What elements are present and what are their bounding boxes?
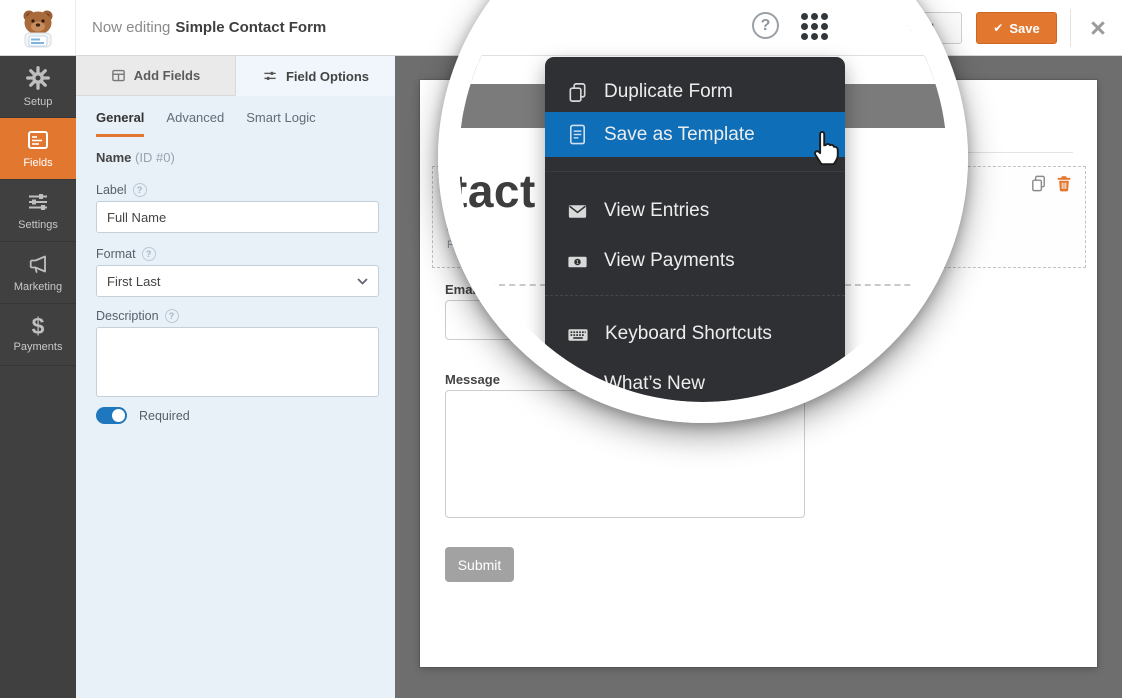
message-textarea[interactable] (445, 390, 805, 518)
sliders-icon (25, 190, 51, 214)
menu-item-duplicate-form[interactable]: Duplicate Form (545, 70, 845, 114)
menu-item-save-as-template[interactable]: Save as Template (545, 112, 845, 157)
now-editing-prefix: Now editing (92, 19, 170, 36)
duplicate-field-icon[interactable] (1029, 174, 1048, 193)
help-tooltip-icon[interactable]: ? (133, 183, 147, 197)
description-heading: Description ? (96, 309, 179, 323)
format-heading: Format ? (96, 247, 156, 261)
megaphone-icon (25, 252, 51, 276)
wpforms-builder: Now editing Simple Contact Form ? Embed … (0, 0, 1122, 698)
sidebar-item-marketing[interactable]: Marketing (0, 242, 76, 304)
email-label: Email (445, 282, 480, 297)
tab-field-options[interactable]: Field Options (236, 56, 395, 96)
message-label: Message (445, 372, 500, 387)
hand-cursor-icon (806, 128, 844, 170)
format-select[interactable]: First Last (96, 265, 379, 297)
check-icon: ✔ (993, 21, 1003, 35)
add-fields-icon (111, 68, 126, 83)
help-icon[interactable]: ? (752, 12, 779, 39)
menu-item-view-entries[interactable]: View Entries (545, 189, 845, 233)
toolbar-divider (1070, 9, 1071, 47)
template-document-icon (566, 123, 589, 146)
tab-add-fields[interactable]: Add Fields (76, 56, 236, 96)
money-bill-icon: 1 (566, 250, 589, 273)
duplicate-icon (566, 81, 589, 104)
option-subtabs: General Advanced Smart Logic (96, 110, 316, 137)
close-builder-button[interactable]: × (1080, 10, 1116, 46)
sidebar-item-setup[interactable]: Setup (0, 56, 76, 118)
field-id: (ID #0) (135, 150, 175, 165)
help-tooltip-icon[interactable]: ? (165, 309, 179, 323)
svg-text:1: 1 (576, 259, 579, 265)
subtab-general[interactable]: General (96, 110, 144, 137)
builder-sidebar: Setup Fields Settings Marketing (0, 56, 76, 698)
label-input[interactable] (96, 201, 379, 233)
panel-tabs: Add Fields Field Options (76, 56, 395, 96)
submit-button[interactable]: Submit (445, 547, 514, 582)
tools-menu-icon[interactable] (801, 13, 830, 42)
required-label: Required (139, 409, 190, 423)
sidebar-item-settings[interactable]: Settings (0, 180, 76, 242)
tools-dropdown-menu: Duplicate Form Save as Template View Ent… (545, 57, 845, 404)
menu-item-view-payments[interactable]: 1 View Payments (545, 239, 845, 283)
save-button[interactable]: ✔ Save (976, 12, 1057, 44)
chevron-down-icon (357, 278, 368, 285)
form-name: Simple Contact Form (175, 19, 326, 36)
required-toggle[interactable] (96, 407, 127, 424)
wpforms-logo (0, 0, 76, 55)
gear-icon (25, 65, 51, 91)
subtab-advanced[interactable]: Advanced (166, 110, 224, 137)
dollar-icon: $ (32, 316, 45, 336)
field-options-panel: Add Fields Field Options General Advance… (76, 56, 395, 698)
menu-divider (545, 295, 845, 296)
field-heading: Name (ID #0) (96, 150, 175, 165)
subtab-smart-logic[interactable]: Smart Logic (246, 110, 315, 137)
delete-field-icon[interactable] (1055, 174, 1073, 193)
now-editing-status: Now editing Simple Contact Form (92, 0, 326, 55)
help-tooltip-icon[interactable]: ? (142, 247, 156, 261)
envelope-icon (566, 200, 589, 223)
required-toggle-row: Required (96, 407, 190, 424)
keyboard-icon (566, 323, 590, 346)
form-fields-icon (25, 128, 51, 152)
label-heading: Label ? (96, 183, 147, 197)
field-options-icon (262, 69, 278, 84)
sidebar-item-payments[interactable]: $ Payments (0, 304, 76, 366)
menu-item-keyboard-shortcuts[interactable]: Keyboard Shortcuts (545, 312, 845, 356)
description-textarea[interactable] (96, 327, 379, 397)
sidebar-item-fields[interactable]: Fields (0, 118, 76, 180)
menu-divider (545, 171, 845, 172)
bear-mascot-icon (16, 7, 60, 49)
first-sublabel: First (447, 239, 468, 251)
